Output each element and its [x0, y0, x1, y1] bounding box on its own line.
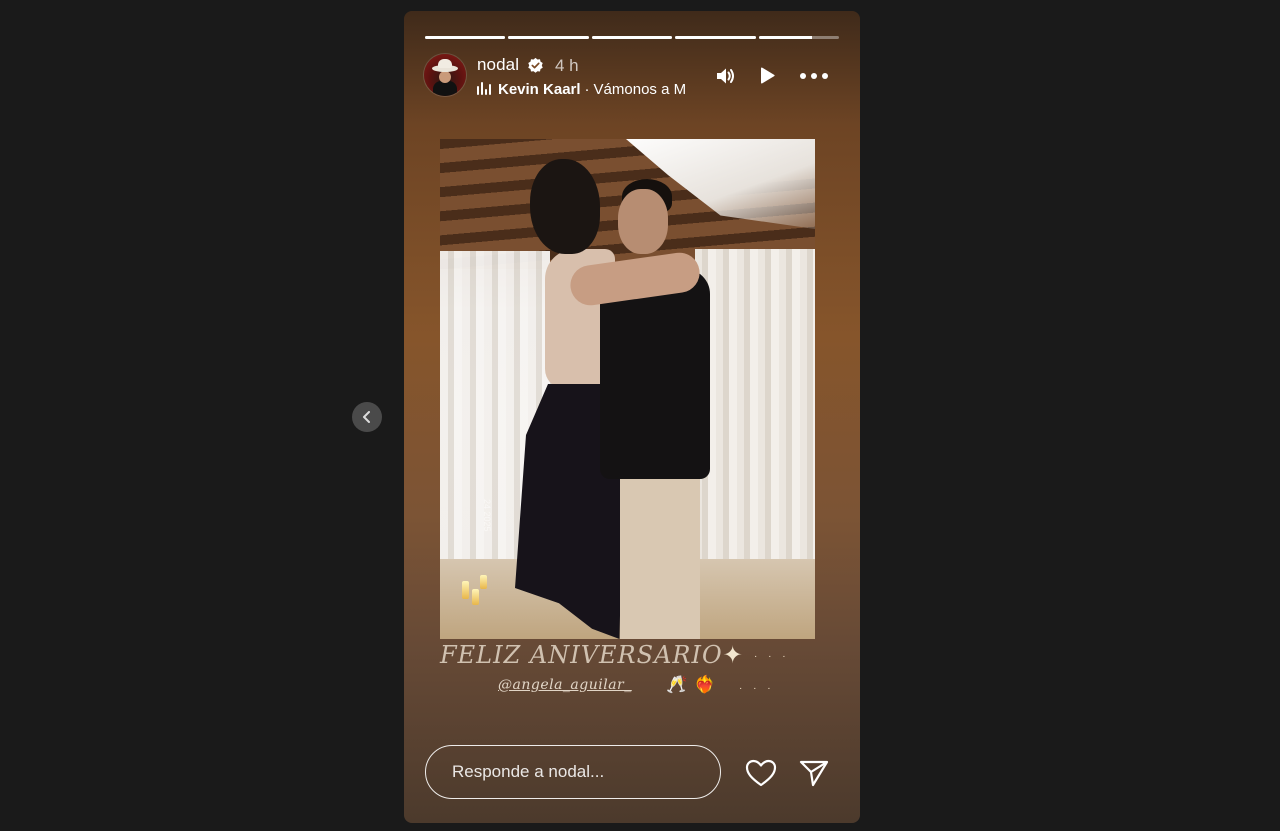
- play-icon: [761, 67, 775, 84]
- progress-segment: [758, 36, 840, 39]
- avatar[interactable]: [424, 54, 466, 96]
- more-options-button[interactable]: [799, 65, 829, 87]
- story-progress-bar: [425, 36, 840, 39]
- heart-on-fire-emoji: ❤️‍🔥: [694, 675, 716, 694]
- photo-date-stamp: 24 2025: [482, 499, 492, 532]
- progress-segment: [508, 36, 589, 39]
- sparkle-dots: · · ·: [739, 683, 775, 694]
- champagne-emoji: 🥂: [666, 675, 688, 694]
- progress-segment: [675, 36, 756, 39]
- post-time: 4 h: [555, 56, 579, 75]
- verified-badge-icon: [528, 57, 543, 73]
- reply-input[interactable]: [452, 762, 692, 782]
- share-button[interactable]: [798, 759, 830, 792]
- sparkle-dots: · · ·: [754, 651, 790, 662]
- volume-button[interactable]: [714, 65, 736, 87]
- play-button[interactable]: [756, 65, 778, 87]
- caption-line: FELIZ ANIVERSARIO: [440, 641, 723, 669]
- reply-field[interactable]: [425, 745, 721, 799]
- progress-segment: [425, 36, 506, 39]
- more-icon: [800, 73, 828, 79]
- sparkle-icon: ✦: [722, 641, 744, 669]
- mention-link[interactable]: @angela_aguilar_: [498, 677, 632, 693]
- like-button[interactable]: [745, 759, 777, 792]
- music-separator: ·: [584, 81, 590, 98]
- music-title: Vámonos a M: [593, 81, 687, 98]
- heart-icon: [745, 759, 777, 787]
- username[interactable]: nodal: [477, 55, 519, 75]
- progress-segment: [591, 36, 673, 39]
- previous-story-button[interactable]: [352, 402, 382, 432]
- audio-bars-icon: [477, 82, 491, 95]
- chevron-left-icon: [363, 411, 370, 423]
- music-artist: Kevin Kaarl: [498, 81, 581, 98]
- caption-text: FELIZ ANIVERSARIO✦: [440, 641, 744, 669]
- send-icon: [799, 760, 829, 787]
- volume-icon: [717, 68, 734, 84]
- music-info[interactable]: Kevin Kaarl · Vámonos a M: [477, 81, 717, 99]
- couple-figure: [510, 149, 720, 639]
- story-viewer[interactable]: nodal 4 h Kevin Kaarl · Vámonos a M 24 2…: [404, 11, 860, 823]
- story-photo: 24 2025: [440, 139, 815, 639]
